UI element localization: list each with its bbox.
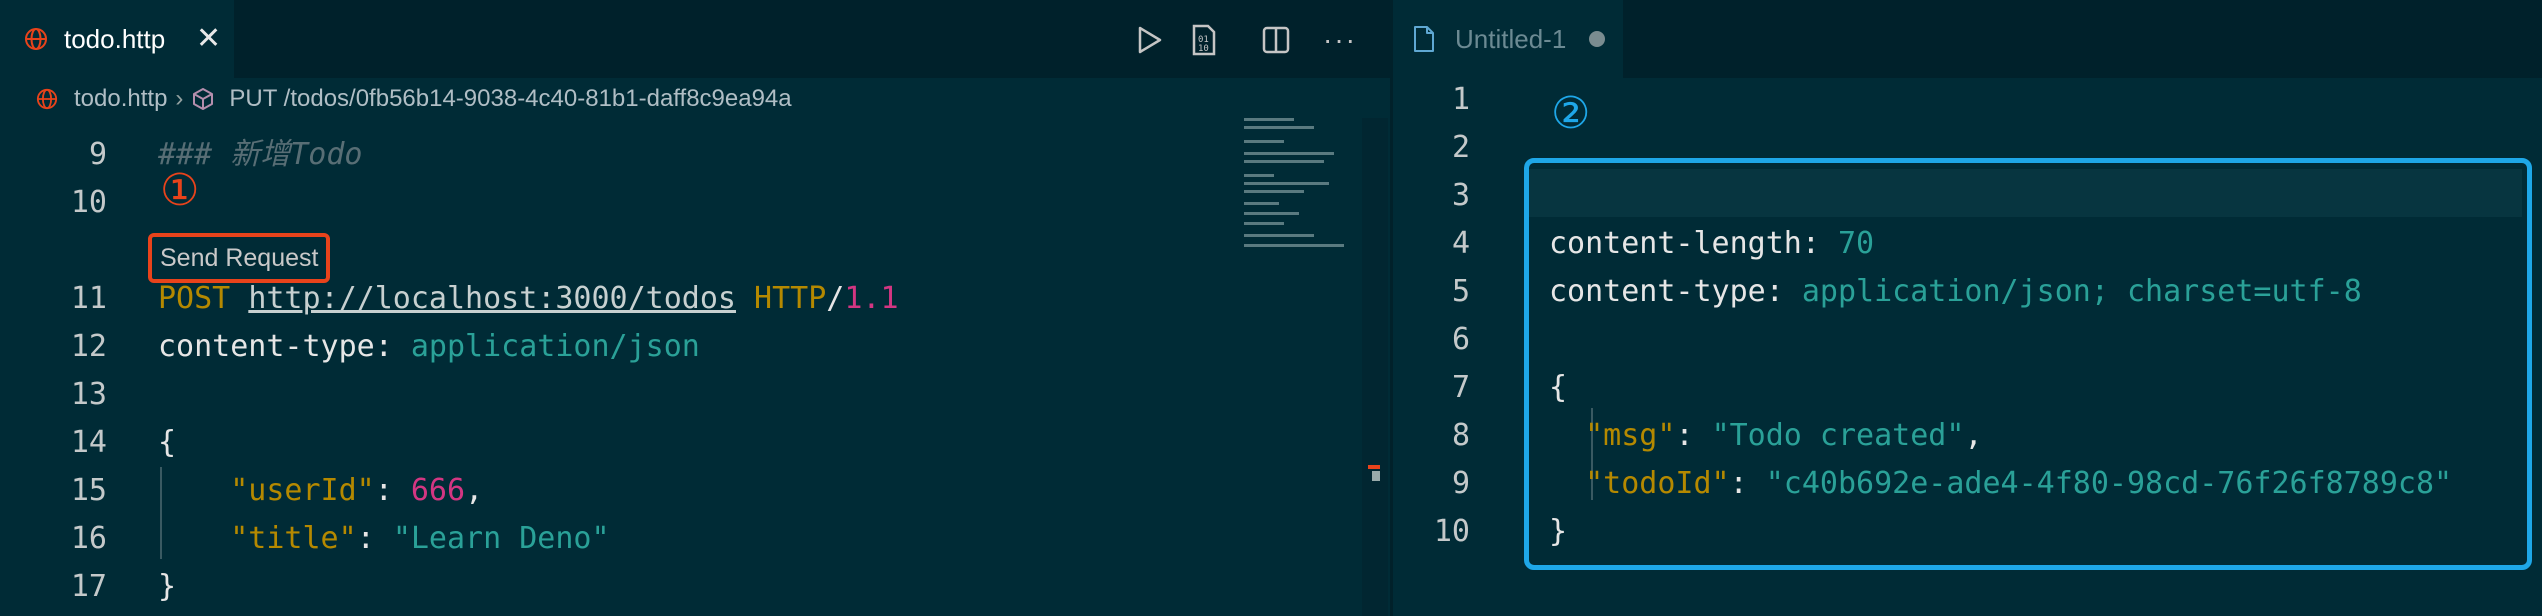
line-text: }: [158, 563, 176, 611]
vertical-scrollbar[interactable]: [1362, 118, 1388, 616]
line-text: {: [158, 419, 176, 467]
scrollbar-marker: [1368, 465, 1380, 469]
code-token: http://localhost:3000/todos: [248, 281, 736, 316]
tab-label: todo.http: [64, 23, 166, 54]
code-token: 666: [410, 473, 466, 508]
line-number: 7: [1451, 370, 1470, 405]
line-number: 4: [1451, 226, 1470, 261]
minimap[interactable]: [1240, 118, 1370, 258]
line-number: 9: [88, 137, 107, 172]
line-number: 1: [1451, 82, 1470, 117]
code-line[interactable]: 17}: [0, 563, 1390, 611]
line-text: POST http://localhost:3000/todos HTTP/1.…: [158, 275, 899, 323]
code-token: :: [374, 473, 411, 508]
code-token: 1.1: [844, 281, 899, 316]
line-number: 17: [70, 569, 107, 604]
code-token: :: [356, 521, 393, 556]
tab-untitled-1[interactable]: Untitled-1: [1393, 0, 1623, 78]
globe-icon: [24, 27, 48, 51]
close-icon[interactable]: ✕: [196, 24, 221, 54]
line-number: 15: [70, 473, 107, 508]
line-number: 10: [70, 185, 107, 220]
file-icon: [1413, 25, 1435, 53]
line-number: 12: [70, 329, 107, 364]
left-editor-pane: todo.http ✕ 01 10 ··· todo.http › PUT /to…: [0, 0, 1390, 616]
line-text: ### 新增Todo: [158, 131, 363, 179]
line-number: 6: [1451, 322, 1470, 357]
line-text: "title": "Learn Deno": [158, 515, 610, 563]
scrollbar-thumb[interactable]: [1372, 471, 1380, 481]
line-number: 14: [70, 425, 107, 460]
code-token: {: [158, 425, 177, 460]
globe-icon: [36, 88, 58, 110]
line-number: 5: [1451, 274, 1470, 309]
breadcrumb: todo.http › PUT /todos/0fb56b14-9038-4c4…: [0, 78, 1390, 120]
code-line[interactable]: 11 POST http://localhost:3000/todos HTTP/…: [0, 275, 1390, 323]
binary-icon[interactable]: 01 10: [1186, 22, 1222, 58]
split-editor-icon[interactable]: [1258, 22, 1294, 58]
code-line[interactable]: 14 {: [0, 419, 1390, 467]
code-line[interactable]: 9 ### 新增Todo: [0, 131, 1390, 179]
code-token: "title": [230, 521, 357, 556]
line-number: 2: [1451, 130, 1470, 165]
line-number: 3: [1451, 178, 1470, 213]
code-token: /: [826, 281, 845, 316]
response-highlight-box: [1524, 158, 2532, 570]
line-number: 10: [1433, 514, 1470, 549]
code-token: application/json: [410, 329, 700, 364]
code-token: content-type:: [158, 329, 411, 364]
left-tab-bar: todo.http ✕ 01 10 ···: [0, 0, 1390, 78]
unsaved-dot-icon[interactable]: [1589, 31, 1605, 47]
line-number: 9: [1451, 466, 1470, 501]
code-line[interactable]: 16 "title": "Learn Deno": [0, 515, 1390, 563]
code-token: }: [158, 569, 177, 604]
code-line[interactable]: 1: [1393, 76, 2542, 124]
code-line[interactable]: 15 "userId": 666,: [0, 467, 1390, 515]
code-line[interactable]: 12 content-type: application/json: [0, 323, 1390, 371]
code-token: "Learn Deno": [392, 521, 610, 556]
code-token: ### 新增Todo: [158, 137, 363, 172]
run-icon[interactable]: [1132, 22, 1168, 58]
code-token: POST: [158, 281, 249, 316]
line-text: "userId": 666,: [158, 467, 483, 515]
line-number: 16: [70, 521, 107, 556]
more-icon[interactable]: ···: [1322, 22, 1358, 58]
code-line[interactable]: 13: [0, 371, 1390, 419]
line-number: 13: [70, 377, 107, 412]
code-token: "userId": [230, 473, 375, 508]
code-line[interactable]: 10: [0, 179, 1390, 227]
breadcrumb-file[interactable]: todo.http: [74, 85, 167, 113]
cube-icon: [191, 87, 215, 111]
right-tab-bar: Untitled-1: [1393, 0, 2542, 78]
chevron-right-icon: ›: [175, 85, 184, 112]
code-token: ,: [465, 473, 484, 508]
tab-todo-http[interactable]: todo.http ✕: [0, 0, 234, 78]
line-number: 11: [70, 281, 107, 316]
svg-text:10: 10: [1198, 44, 1209, 54]
line-number: 8: [1451, 418, 1470, 453]
breadcrumb-request[interactable]: PUT /todos/0fb56b14-9038-4c40-81b1-daff8…: [229, 85, 791, 113]
tab-label: Untitled-1: [1455, 23, 1567, 54]
code-token: HTTP: [735, 281, 827, 316]
line-text: content-type: application/json: [158, 323, 700, 371]
